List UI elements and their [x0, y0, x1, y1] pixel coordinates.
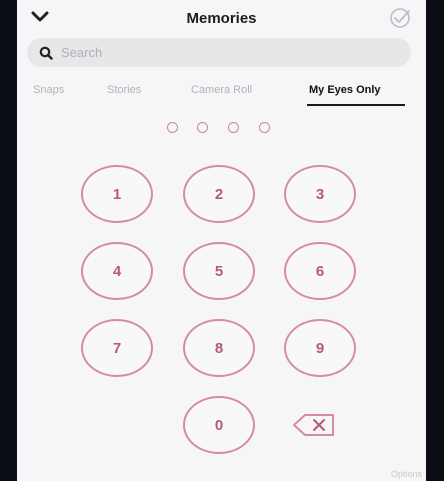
keypad-key-9[interactable]: 9 [284, 319, 356, 377]
keypad-key-8[interactable]: 8 [183, 319, 255, 377]
passcode-dots [17, 122, 426, 136]
page-title: Memories [186, 10, 257, 27]
passcode-dot [228, 122, 239, 133]
backspace-icon[interactable] [291, 412, 337, 438]
keypad-key-7[interactable]: 7 [81, 319, 153, 377]
keypad-key-0[interactable]: 0 [183, 396, 255, 454]
search-input[interactable] [61, 45, 381, 60]
passcode-dot [167, 122, 178, 133]
my-eyes-only-passcode-screen: Memories Snaps Stories Camera Roll My Ey… [17, 0, 426, 481]
keypad-key-3[interactable]: 3 [284, 165, 356, 223]
keypad-key-6[interactable]: 6 [284, 242, 356, 300]
memories-tabs: Snaps Stories Camera Roll My Eyes Only [17, 84, 426, 104]
tab-camera-roll[interactable]: Camera Roll [191, 84, 252, 96]
search-icon [39, 46, 53, 60]
tab-my-eyes-only[interactable]: My Eyes Only [309, 84, 381, 96]
keypad-key-1[interactable]: 1 [81, 165, 153, 223]
keypad-key-5[interactable]: 5 [183, 242, 255, 300]
keypad-key-4[interactable]: 4 [81, 242, 153, 300]
check-circle-icon[interactable] [388, 6, 412, 30]
tab-stories[interactable]: Stories [107, 84, 141, 96]
active-tab-indicator [307, 104, 405, 106]
header-bar: Memories [17, 0, 426, 38]
keypad-key-2[interactable]: 2 [183, 165, 255, 223]
passcode-dot [197, 122, 208, 133]
tab-snaps[interactable]: Snaps [33, 84, 64, 96]
passcode-dot [259, 122, 270, 133]
search-bar[interactable] [27, 38, 411, 67]
options-link[interactable]: Options [391, 469, 422, 479]
